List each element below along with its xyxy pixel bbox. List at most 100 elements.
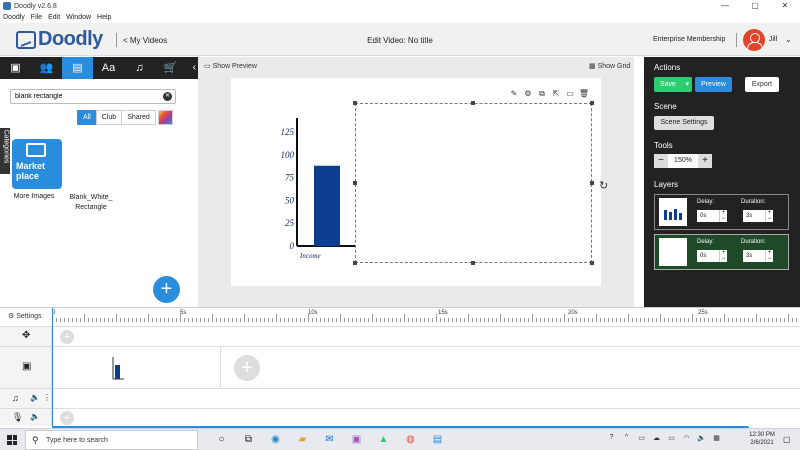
doodly-taskbar-icon[interactable]: ▤ xyxy=(424,432,451,448)
filter-all[interactable]: All xyxy=(77,110,97,125)
cloud-icon[interactable]: ☁ xyxy=(649,434,664,442)
keyboard-icon[interactable]: ▦ xyxy=(709,434,724,442)
menu-edit[interactable]: Edit xyxy=(48,14,60,21)
volume-icon[interactable]: 🔈 xyxy=(30,393,40,402)
tab-props[interactable]: ▤ xyxy=(62,57,93,79)
menu-file[interactable]: File xyxy=(31,14,42,21)
timeline-settings[interactable]: ⚙ Settings xyxy=(8,312,42,320)
speaker-icon[interactable]: 🔈 xyxy=(694,434,709,442)
user-name[interactable]: Jill xyxy=(769,36,777,43)
resize-handle[interactable] xyxy=(590,101,594,105)
resize-handle[interactable] xyxy=(590,261,594,265)
resize-handle[interactable] xyxy=(471,101,475,105)
scene-settings-button[interactable]: Scene Settings xyxy=(654,116,714,130)
doodly-logo[interactable]: Doodly xyxy=(16,28,103,51)
gear-icon[interactable]: ⚙ xyxy=(521,89,535,99)
duration-stepper[interactable]: + − xyxy=(765,210,773,222)
duplicate-icon[interactable]: ⧉ xyxy=(535,89,549,99)
my-videos-link[interactable]: < My Videos xyxy=(123,36,167,45)
y-tick-label: 25 xyxy=(285,218,295,228)
rotate-icon[interactable]: ↻ xyxy=(599,179,608,192)
duration-stepper[interactable]: + − xyxy=(765,250,773,262)
show-preview-toggle[interactable]: ▭ Show Preview xyxy=(204,62,257,70)
delay-stepper[interactable]: + − xyxy=(719,210,727,222)
tab-characters[interactable]: 👥 xyxy=(31,57,62,79)
cortana-icon[interactable]: ○ xyxy=(208,432,235,448)
delay-input[interactable]: 0s xyxy=(697,250,719,262)
battery-icon[interactable]: ▭ xyxy=(664,434,679,442)
layer-item[interactable]: Delay: 0s + − Duration: 3s + − xyxy=(654,194,789,230)
collapse-left-panel-icon[interactable]: ‹ xyxy=(188,64,191,74)
mail-icon[interactable]: ✉ xyxy=(316,432,343,448)
help-icon[interactable]: ? xyxy=(604,434,619,442)
user-avatar[interactable] xyxy=(743,29,765,51)
file-explorer-icon[interactable]: ▰ xyxy=(289,432,316,448)
filter-club[interactable]: Club xyxy=(95,110,123,125)
layer-item-selected[interactable]: Delay: 0s + − Duration: 3s + − xyxy=(654,234,789,270)
color-filter-icon[interactable] xyxy=(157,110,173,125)
timeline-clip[interactable] xyxy=(53,347,221,389)
wifi-icon[interactable]: ◠ xyxy=(679,434,694,442)
clear-search-icon[interactable]: ✕ xyxy=(163,92,172,101)
menu-window[interactable]: Window xyxy=(66,14,91,21)
menu-help[interactable]: Help xyxy=(97,14,111,21)
collapse-left-icon[interactable]: ‹ xyxy=(193,57,196,79)
minimize-button[interactable]: — xyxy=(710,0,740,12)
volume-icon[interactable]: 🔈 xyxy=(30,412,40,421)
duration-input[interactable]: 3s xyxy=(743,250,765,262)
resize-handle[interactable] xyxy=(471,261,475,265)
more-icon[interactable]: ⋮ xyxy=(43,393,51,402)
close-button[interactable]: ✕ xyxy=(770,0,800,12)
menu-doodly[interactable]: Doodly xyxy=(3,14,25,21)
task-view-icon[interactable]: ⧉ xyxy=(235,432,262,448)
filter-shared[interactable]: Shared xyxy=(121,110,156,125)
add-asset-button[interactable]: + xyxy=(153,276,180,303)
show-grid-toggle[interactable]: ▦ Show Grid xyxy=(589,62,630,70)
more-images-label[interactable]: More Images xyxy=(4,193,64,200)
export-button[interactable]: Export xyxy=(745,77,779,92)
resize-handle[interactable] xyxy=(353,101,357,105)
tab-images[interactable]: ▣ xyxy=(0,57,31,79)
resize-handle[interactable] xyxy=(353,261,357,265)
chevron-down-icon[interactable]: ⌄ xyxy=(785,35,792,44)
notifications-icon[interactable]: ▢ xyxy=(783,435,791,444)
send-back-icon[interactable]: ▭ xyxy=(563,89,577,99)
selection-box[interactable] xyxy=(355,103,592,263)
chevron-up-icon[interactable]: ^ xyxy=(619,434,634,442)
delay-input[interactable]: 0s xyxy=(697,210,719,222)
resize-handle[interactable] xyxy=(590,181,594,185)
bring-front-icon[interactable]: ⇱ xyxy=(549,89,563,99)
collapse-right-panel-icon[interactable]: › xyxy=(636,64,639,74)
preview-button[interactable]: Preview xyxy=(695,77,732,92)
zoom-in-button[interactable]: + xyxy=(698,154,712,168)
save-button[interactable]: Save xyxy=(654,77,692,92)
add-clip-button[interactable]: + xyxy=(234,355,260,381)
categories-tab[interactable]: Categories xyxy=(0,128,10,174)
add-move-button[interactable]: + xyxy=(60,330,74,344)
bar-chart[interactable]: 0 25 50 75 100 125 Income xyxy=(262,118,362,266)
drive-icon[interactable]: ▲ xyxy=(370,432,397,448)
taskbar-clock[interactable]: 12:30 PM 2/6/2021 xyxy=(748,431,776,447)
blank-rectangle-label[interactable]: Blank_White_ Rectangle xyxy=(61,193,121,213)
delay-stepper[interactable]: + − xyxy=(719,250,727,262)
meet-icon[interactable]: ▭ xyxy=(634,434,649,442)
edge-icon[interactable]: ◉ xyxy=(262,432,289,448)
duration-input[interactable]: 3s xyxy=(743,210,765,222)
tab-marketplace[interactable]: 🛒 xyxy=(155,57,186,79)
edit-icon[interactable]: ✎ xyxy=(507,89,521,99)
timeline-ruler[interactable] xyxy=(52,310,800,322)
add-voice-button[interactable]: + xyxy=(60,411,74,425)
taskbar-search[interactable]: ⚲ Type here to search xyxy=(25,430,198,450)
trash-icon[interactable]: 🗑 xyxy=(577,89,591,99)
windows-start-icon[interactable] xyxy=(7,435,17,445)
maximize-button[interactable]: ▢ xyxy=(740,0,770,12)
tab-text[interactable]: Aa xyxy=(93,57,124,79)
search-input[interactable] xyxy=(15,91,155,102)
chrome-icon[interactable]: ◍ xyxy=(397,432,424,448)
app-icon[interactable]: ▣ xyxy=(343,432,370,448)
resize-handle[interactable] xyxy=(353,181,357,185)
tab-music[interactable]: ♫ xyxy=(124,57,155,79)
marketplace-tile[interactable]: Market place xyxy=(12,139,62,189)
zoom-out-button[interactable]: − xyxy=(654,154,668,168)
playhead[interactable] xyxy=(52,308,53,428)
